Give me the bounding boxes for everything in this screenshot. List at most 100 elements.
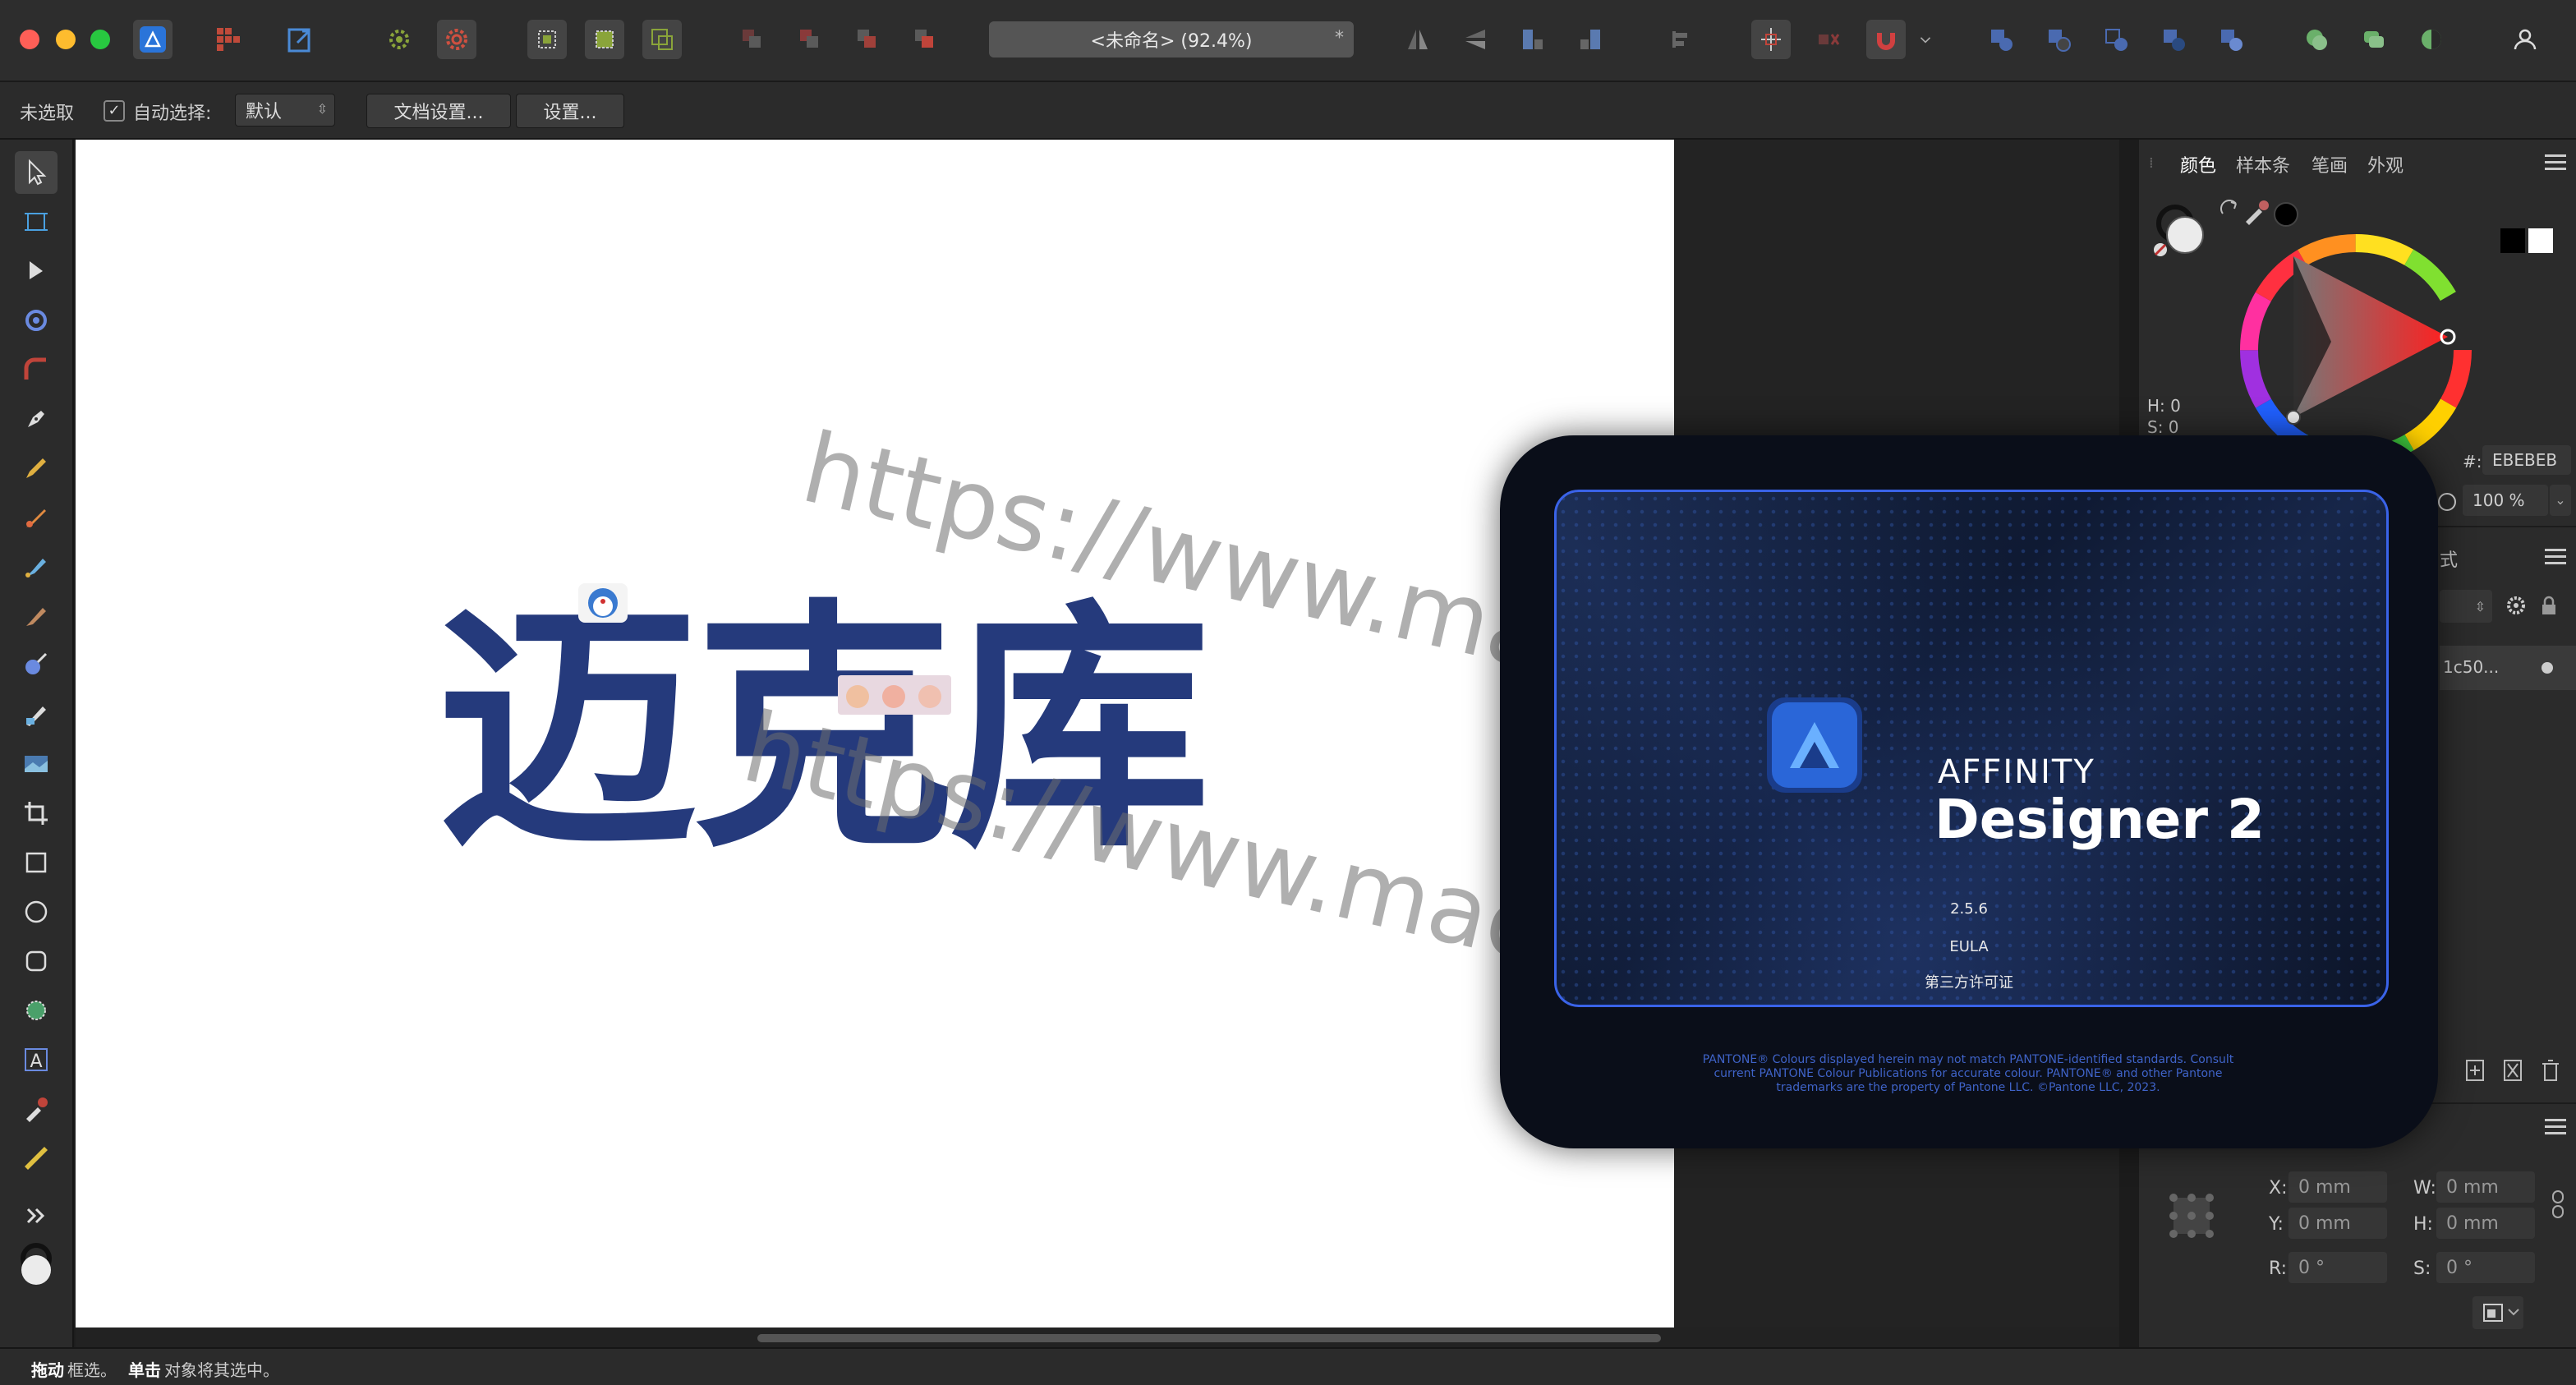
document-setup-button[interactable]: 文档设置...	[366, 94, 511, 128]
tab-stroke[interactable]: 笔画	[2312, 151, 2348, 177]
align-icon[interactable]	[1661, 20, 1700, 59]
text-tool-icon[interactable]: A	[15, 1038, 58, 1081]
stroke-fill-swatch[interactable]	[13, 1242, 59, 1288]
export-persona-icon[interactable]	[281, 20, 320, 59]
pencil-tool-icon[interactable]	[15, 447, 58, 490]
gradient-tool-icon[interactable]	[15, 693, 58, 736]
anchor-point-selector[interactable]	[2167, 1191, 2216, 1240]
snapping-dropdown-chevron-icon[interactable]	[1914, 20, 1937, 59]
rounded-rectangle-tool-icon[interactable]	[15, 940, 58, 982]
canvas-artboard[interactable]: 迈克库	[76, 140, 1674, 1327]
opacity-input[interactable]: 100 %	[2463, 485, 2548, 516]
selection-box-icon[interactable]	[527, 20, 567, 59]
boolean-intersect-icon[interactable]	[2096, 20, 2136, 59]
blend-mode-dropdown[interactable]: ⇳	[2440, 590, 2492, 623]
boolean-divide-icon[interactable]	[2211, 20, 2251, 59]
artboard-tool-icon[interactable]	[15, 200, 58, 243]
recent-color-swatch[interactable]	[2274, 202, 2298, 227]
rotate-left-icon[interactable]	[1513, 20, 1552, 59]
shear-input[interactable]: 0 °	[2436, 1252, 2535, 1283]
transform-menu-icon[interactable]	[2545, 1119, 2566, 1135]
document-title-tab[interactable]: <未命名> (92.4%) *	[989, 21, 1354, 58]
tab-appearance[interactable]: 外观	[2367, 151, 2404, 177]
preferences-gear-icon[interactable]	[437, 20, 476, 59]
move-tool-icon[interactable]	[15, 151, 58, 194]
selection-transform-icon[interactable]	[642, 20, 682, 59]
rectangle-tool-icon[interactable]	[15, 841, 58, 884]
snapping-gear-icon[interactable]	[380, 20, 419, 59]
opacity-dropdown-chevron-icon[interactable]: ⌄	[2550, 485, 2571, 516]
lock-icon[interactable]	[2537, 593, 2561, 618]
fill-tool-icon[interactable]	[15, 545, 58, 588]
crop-tool-icon[interactable]	[15, 792, 58, 835]
color-picker-tool-icon[interactable]	[15, 1088, 58, 1130]
studio-chat-icon[interactable]	[2354, 20, 2394, 59]
eula-link[interactable]: EULA	[1500, 938, 2438, 955]
minimize-window-button[interactable]	[56, 30, 76, 49]
arrange-forward-icon[interactable]	[848, 20, 887, 59]
y-input[interactable]: 0 mm	[2288, 1208, 2387, 1239]
snap-off-icon[interactable]	[1809, 20, 1848, 59]
delete-layer-icon[interactable]	[2538, 1056, 2563, 1084]
black-swatch[interactable]	[2500, 228, 2525, 253]
ellipse-tool-icon[interactable]	[15, 890, 58, 933]
measure-tool-icon[interactable]	[15, 1137, 58, 1180]
transform-origin-button[interactable]	[2472, 1296, 2523, 1329]
scrollbar-thumb[interactable]	[757, 1334, 1661, 1342]
snapping-magnet-icon[interactable]	[1866, 20, 1906, 59]
boolean-subtract-icon[interactable]	[2039, 20, 2078, 59]
selection-fill-icon[interactable]	[585, 20, 624, 59]
rotation-input[interactable]: 0 °	[2288, 1252, 2387, 1283]
designer-persona-icon[interactable]	[133, 20, 172, 59]
hex-input[interactable]: EBEBEB	[2482, 445, 2571, 475]
mask-layer-icon[interactable]	[2500, 1056, 2525, 1084]
close-window-button[interactable]	[20, 30, 39, 49]
pen-tool-icon[interactable]	[15, 398, 58, 440]
splash-screen[interactable]: AFFINITY Designer 2 2.5.6 EULA 第三方许可证 PA…	[1500, 435, 2438, 1148]
layer-row[interactable]: 1c50...	[2440, 646, 2576, 690]
width-input[interactable]: 0 mm	[2436, 1171, 2535, 1203]
third-party-licenses-link[interactable]: 第三方许可证	[1500, 971, 2438, 992]
point-transform-tool-icon[interactable]	[15, 299, 58, 342]
arrange-back-icon[interactable]	[733, 20, 772, 59]
artwork-text[interactable]: 迈克库	[437, 600, 1211, 861]
layer-settings-gear-icon[interactable]	[2504, 593, 2528, 618]
white-swatch[interactable]	[2528, 228, 2553, 253]
node-tool-icon[interactable]	[15, 250, 58, 292]
pixel-persona-icon[interactable]	[209, 20, 248, 59]
arrange-backward-icon[interactable]	[790, 20, 830, 59]
boolean-xor-icon[interactable]	[2154, 20, 2193, 59]
corner-tool-icon[interactable]	[15, 348, 58, 391]
color-contrast-icon[interactable]	[2412, 20, 2451, 59]
panel-menu-icon[interactable]	[2545, 154, 2566, 171]
pixel-brush-tool-icon[interactable]	[15, 644, 58, 687]
zoom-window-button[interactable]	[90, 30, 110, 49]
flip-vertical-icon[interactable]	[1456, 20, 1495, 59]
user-account-icon[interactable]	[2505, 20, 2545, 59]
auto-select-checkbox[interactable]: ✓	[104, 100, 125, 122]
add-layer-icon[interactable]	[2463, 1056, 2487, 1084]
layers-partial-tab[interactable]: 式	[2440, 545, 2458, 572]
horizontal-scrollbar[interactable]	[76, 1327, 2119, 1347]
layer-visibility-icon[interactable]	[2542, 662, 2553, 674]
swap-colors-icon[interactable]	[2218, 197, 2242, 222]
lock-aspect-ratio-icon[interactable]	[2550, 1188, 2566, 1221]
height-input[interactable]: 0 mm	[2436, 1208, 2535, 1239]
flip-horizontal-icon[interactable]	[1398, 20, 1438, 59]
boolean-add-icon[interactable]	[1981, 20, 2021, 59]
more-tools-chevron-icon[interactable]	[15, 1199, 58, 1232]
assistant-chat-icon[interactable]	[2297, 20, 2336, 59]
place-image-tool-icon[interactable]	[15, 743, 58, 785]
arrange-front-icon[interactable]	[905, 20, 945, 59]
auto-select-dropdown[interactable]: 默认 ⇳	[235, 94, 335, 127]
fill-stroke-swatch[interactable]	[2150, 197, 2216, 263]
x-input[interactable]: 0 mm	[2288, 1171, 2387, 1203]
rotate-right-icon[interactable]	[1571, 20, 1610, 59]
tab-color[interactable]: 颜色	[2180, 151, 2216, 177]
vector-brush-tool-icon[interactable]	[15, 496, 58, 539]
snap-to-grid-icon[interactable]	[1751, 20, 1791, 59]
shape-tool-icon[interactable]	[15, 989, 58, 1032]
layers-menu-icon[interactable]	[2545, 549, 2566, 565]
tab-swatches[interactable]: 样本条	[2236, 151, 2290, 177]
paint-brush-tool-icon[interactable]	[15, 595, 58, 637]
